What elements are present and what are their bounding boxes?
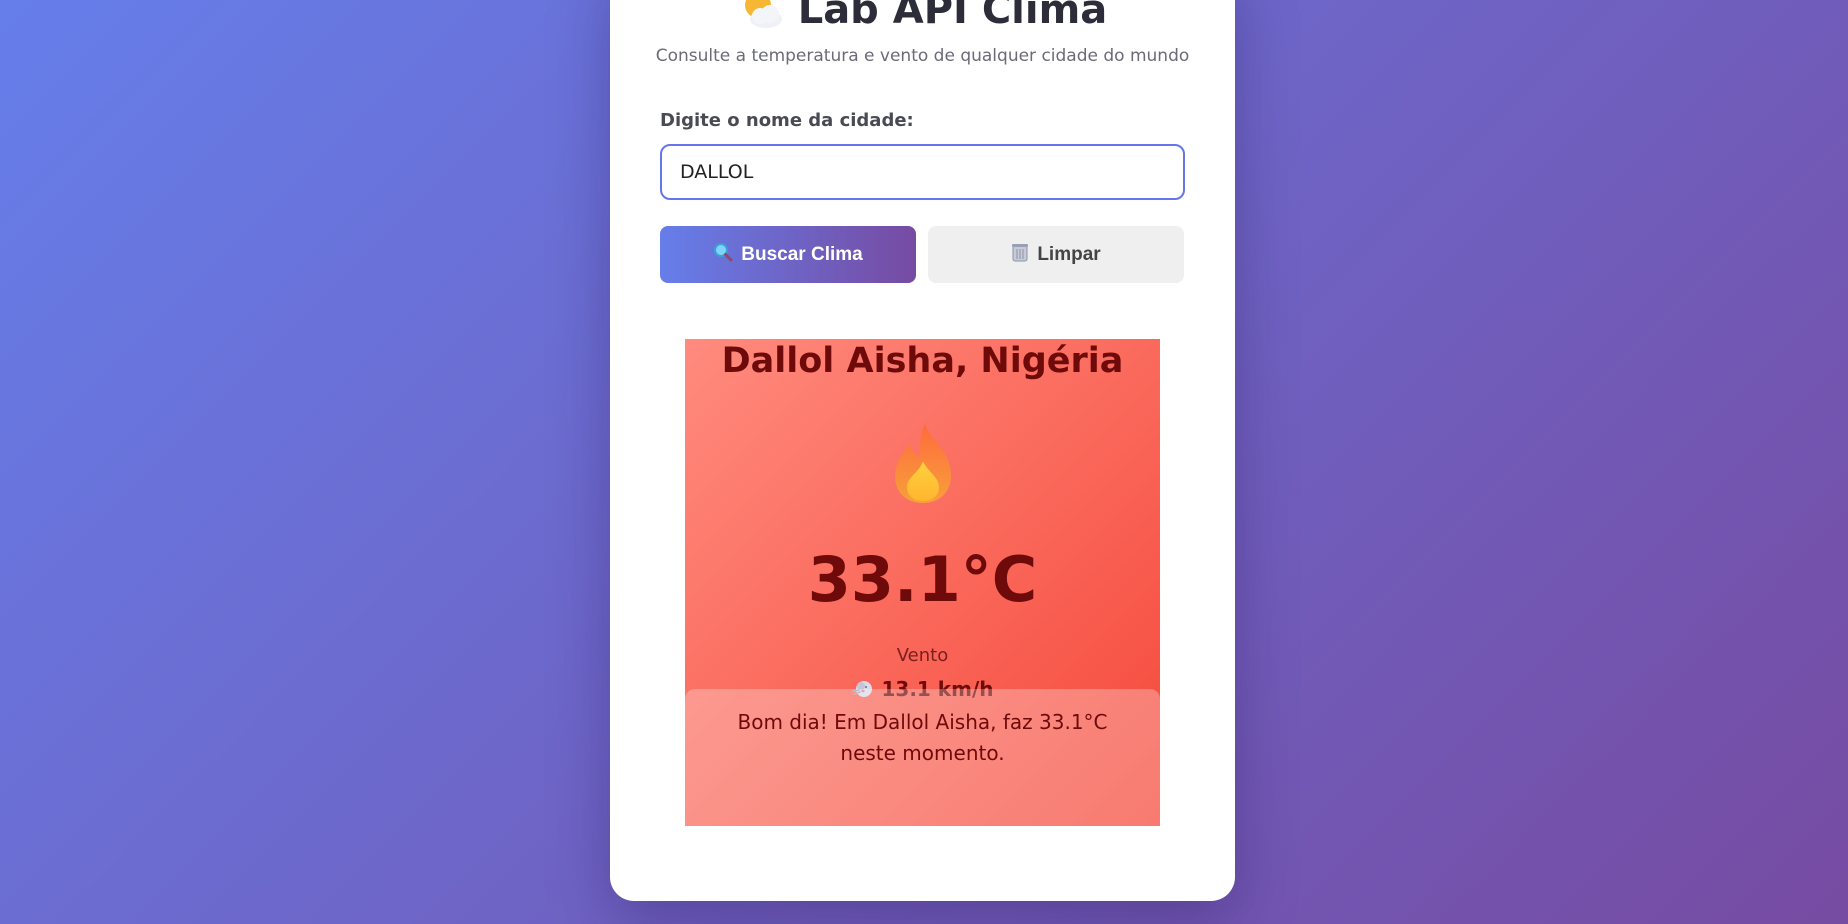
city-input[interactable] (660, 144, 1185, 200)
temperature-value: 33.1°C (807, 543, 1038, 616)
fire-icon (889, 421, 957, 505)
weather-message: Bom dia! Em Dallol Aisha, faz 33.1°C nes… (685, 689, 1160, 826)
result-city-name: Dallol Aisha, Nigéria (721, 341, 1124, 381)
clear-button-label: Limpar (1037, 243, 1101, 265)
search-weather-button-label: Buscar Clima (741, 243, 863, 265)
city-field-label: Digite o nome da cidade: (660, 110, 914, 131)
page-subtitle: Consulte a temperatura e vento de qualqu… (655, 46, 1190, 66)
clear-button[interactable]: Limpar (928, 226, 1184, 283)
page-title: Lab API Clima (610, 0, 1235, 40)
page-title-text: Lab API Clima (797, 0, 1108, 33)
magnifier-icon (713, 242, 733, 268)
wind-label: Vento (896, 645, 949, 666)
wastebasket-icon (1011, 242, 1029, 268)
sun-behind-cloud-icon (738, 0, 784, 28)
weather-card: Lab API Clima Consulte a temperatura e v… (610, 0, 1235, 901)
weather-result-panel: Dallol Aisha, Nigéria 33.1°C Vento 13.1 … (685, 339, 1160, 826)
search-weather-button[interactable]: Buscar Clima (660, 226, 916, 283)
